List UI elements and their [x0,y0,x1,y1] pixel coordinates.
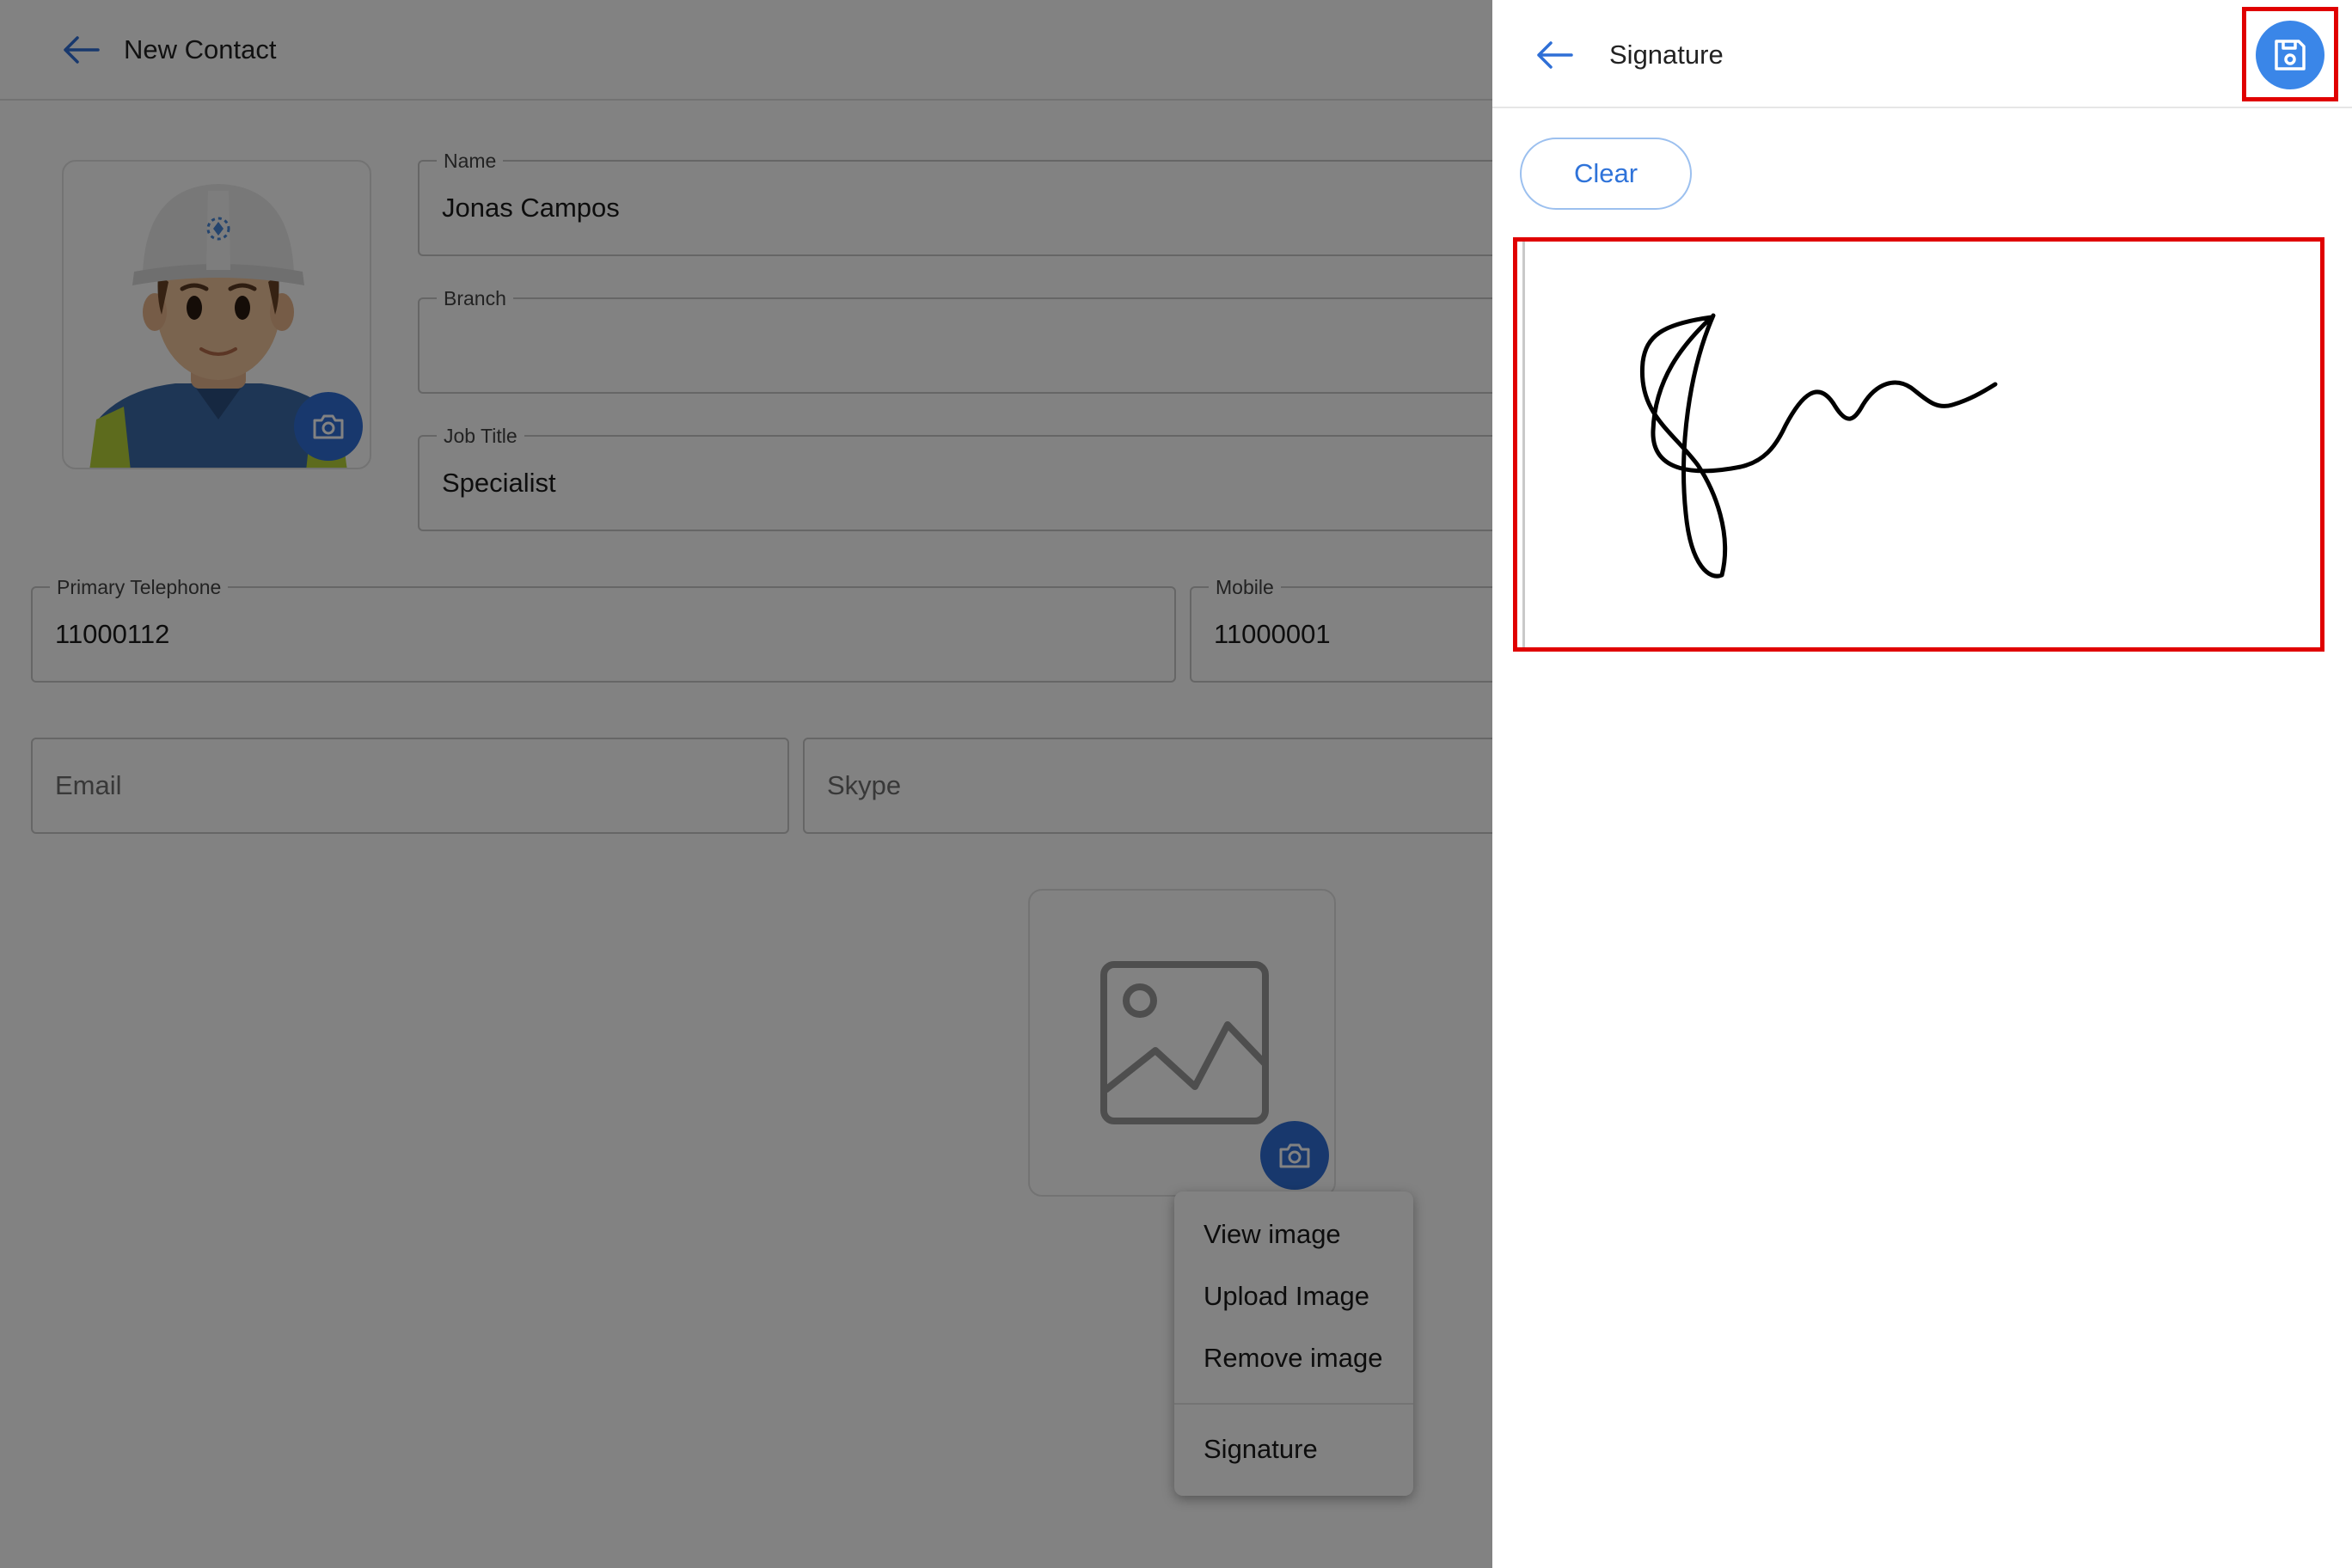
signature-title: Signature [1609,40,1724,70]
back-arrow-icon[interactable] [1535,40,1573,70]
signature-panel: Signature Clear [1492,0,2352,1568]
signature-top-bar: Signature [1492,0,2352,108]
signature-canvas[interactable] [1513,237,2324,652]
signature-stroke [1639,313,1998,579]
new-contact-page: New Contact Name Jonas Campos Branch Job… [0,0,1535,1568]
modal-dim-overlay [0,0,1492,1568]
save-button-highlight [2242,7,2338,101]
clear-button[interactable]: Clear [1520,138,1692,210]
